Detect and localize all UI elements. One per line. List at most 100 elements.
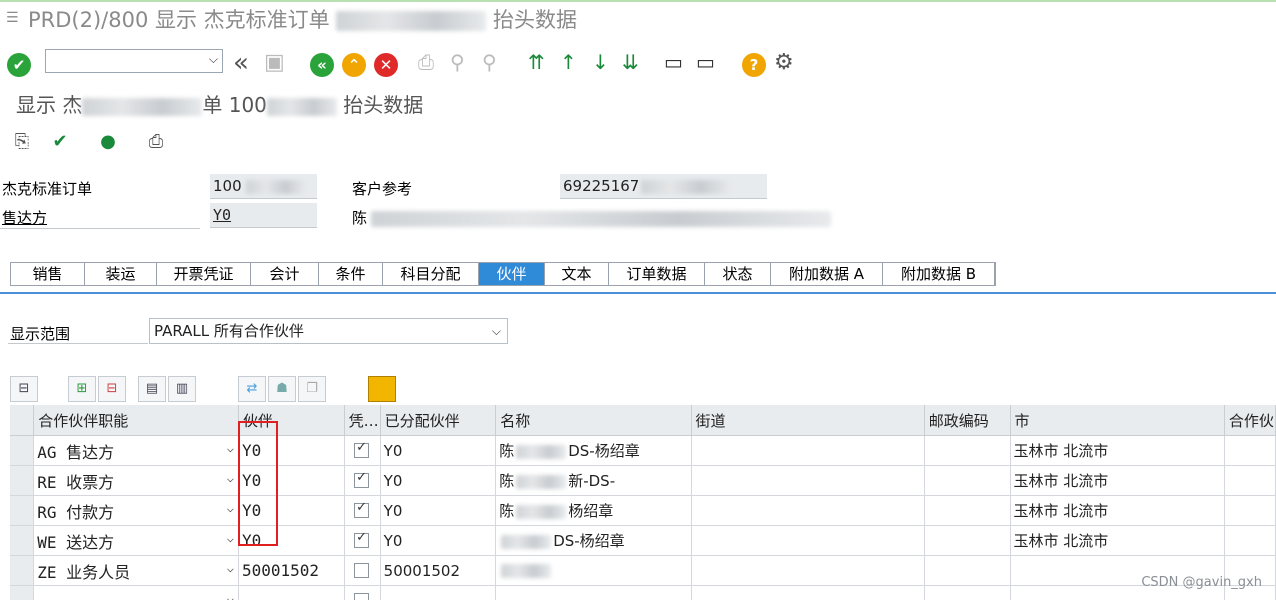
back-double-icon[interactable]: « [233, 48, 249, 78]
print-preview-icon[interactable]: ⎙ [144, 130, 168, 154]
column-header[interactable]: 邮政编码 [924, 405, 1011, 436]
row-selector[interactable] [10, 465, 35, 496]
tab-10[interactable]: 附加数据 A [771, 263, 883, 285]
tab-4[interactable]: 条件 [319, 263, 383, 285]
document-flow-icon[interactable]: ⎘ [10, 130, 34, 154]
back-icon[interactable]: « [310, 53, 334, 77]
create-session-icon[interactable]: ▭ [664, 50, 683, 74]
column-header[interactable]: 街道 [691, 405, 925, 436]
partner-function-cell[interactable]: ⌵ [33, 585, 239, 600]
display-range-select[interactable]: PARALL 所有合作伙伴 ⌵ [149, 318, 508, 344]
voucher-cell[interactable] [344, 585, 381, 600]
user-icon[interactable]: ● [96, 130, 120, 154]
first-page-icon[interactable]: ⇈ [528, 50, 545, 74]
checkbox[interactable] [354, 500, 370, 518]
tab-9[interactable]: 状态 [705, 263, 771, 285]
table-row[interactable]: RG 付款方⌵Y0Y0陈杨绍章玉林市 北流市 [10, 495, 1276, 526]
column-header[interactable]: 已分配伙伴 [380, 405, 497, 436]
select-all-icon[interactable]: ▤ [138, 376, 166, 402]
partner-function-cell[interactable]: AG 售达方 ⌵ [33, 435, 239, 466]
chevron-down-icon[interactable]: ⌵ [227, 531, 234, 545]
table-row[interactable]: ZE 业务人员 ⌵ 50001502 50001502 [10, 555, 1276, 586]
checkbox[interactable] [354, 470, 370, 488]
copy-icon[interactable]: ❐ [298, 376, 326, 402]
row-selector[interactable] [10, 585, 35, 600]
voucher-cell[interactable] [344, 525, 381, 556]
checkbox[interactable] [354, 563, 370, 578]
tab-1[interactable]: 装运 [85, 263, 157, 285]
command-field[interactable]: ⌵ [45, 49, 223, 73]
row-selector[interactable] [10, 435, 35, 466]
redacted-block [336, 11, 487, 31]
check-icon[interactable]: ✔ [48, 130, 72, 154]
column-header[interactable]: 名称 [495, 405, 692, 436]
prev-page-icon[interactable]: ↑ [560, 50, 577, 74]
last-page-icon[interactable]: ⇊ [622, 50, 639, 74]
order-number-field[interactable]: 100 [210, 174, 317, 199]
find-icon[interactable]: ⚲ [450, 50, 465, 74]
tab-0[interactable]: 销售 [11, 263, 85, 285]
partner-icon[interactable]: ☗ [268, 376, 296, 402]
transfer-icon[interactable]: ⇄ [238, 376, 266, 402]
column-header[interactable]: 市 [1010, 405, 1225, 436]
chevron-down-icon[interactable]: ⌵ [227, 591, 234, 600]
print-icon[interactable]: ⎙ [418, 50, 434, 74]
table-row[interactable]: WE 送达方⌵Y0Y0DS-杨绍章玉林市 北流市 [10, 525, 1276, 556]
help-icon[interactable]: ? [742, 53, 766, 77]
table-row[interactable]: RE 收票方⌵Y0Y0陈新-DS-玉林市 北流市 [10, 465, 1276, 496]
voucher-cell[interactable] [344, 555, 381, 586]
voucher-cell[interactable] [344, 495, 381, 526]
shortcut-icon[interactable]: ▭ [696, 50, 715, 74]
enter-icon[interactable]: ✔ [7, 53, 31, 77]
partner-function-cell[interactable]: WE 送达方 ⌵ [33, 525, 239, 556]
deselect-all-icon[interactable]: ▥ [168, 376, 196, 402]
find-next-icon[interactable]: ⚲ [482, 50, 497, 74]
city-cell: 玉林市 北流市 [1010, 525, 1225, 556]
table-row[interactable]: AG 售达方⌵Y0Y0陈DS-杨绍章玉林市 北流市 [10, 435, 1276, 466]
column-header[interactable]: 凭… [344, 405, 381, 436]
sold-to-label[interactable]: 售达方 [2, 207, 47, 228]
column-header[interactable]: 合作伙 [1224, 405, 1276, 436]
save-icon[interactable]: ▣ [264, 50, 285, 75]
checkbox[interactable] [354, 440, 370, 458]
checkbox[interactable] [354, 593, 370, 600]
column-header[interactable]: 合作伙伴职能 [33, 405, 239, 436]
next-page-icon[interactable]: ↓ [592, 50, 609, 74]
sold-to-field[interactable]: Y0 [210, 203, 317, 228]
chevron-down-icon[interactable]: ⌵ [227, 471, 234, 485]
partner-function-cell[interactable]: ZE 业务人员 ⌵ [33, 555, 239, 586]
window-menu-icon[interactable]: ☰ [6, 10, 22, 26]
exit-icon[interactable]: ⌃ [342, 53, 366, 77]
voucher-cell[interactable] [344, 435, 381, 466]
select-all-cell[interactable] [10, 405, 35, 436]
tab-8[interactable]: 订单数据 [609, 263, 705, 285]
partner-cell[interactable]: 50001502 [238, 555, 345, 586]
row-selector[interactable] [10, 555, 35, 586]
tab-3[interactable]: 会计 [251, 263, 319, 285]
cancel-icon[interactable]: ✕ [374, 53, 398, 77]
table-row[interactable]: ⌵ [10, 585, 1276, 600]
tab-5[interactable]: 科目分配 [383, 263, 479, 285]
checkbox[interactable] [354, 530, 370, 548]
tab-6[interactable]: 伙伴 [479, 263, 545, 285]
chevron-down-icon[interactable]: ⌵ [227, 561, 234, 575]
settings-icon[interactable]: ⚙ [774, 50, 794, 75]
delete-row-icon[interactable]: ⊟ [98, 376, 126, 402]
row-selector[interactable] [10, 495, 35, 526]
voucher-cell[interactable] [344, 465, 381, 496]
chevron-down-icon[interactable]: ⌵ [492, 319, 501, 343]
tab-2[interactable]: 开票凭证 [157, 263, 251, 285]
partner-function-cell[interactable]: RE 收票方 ⌵ [33, 465, 239, 496]
insert-row-icon[interactable]: ⊞ [68, 376, 96, 402]
details-icon[interactable]: ⊟ [10, 376, 38, 402]
row-selector[interactable] [10, 525, 35, 556]
partner-function-cell[interactable]: RG 付款方 ⌵ [33, 495, 239, 526]
partner-cell[interactable] [238, 585, 345, 600]
chevron-down-icon[interactable]: ⌵ [227, 501, 234, 515]
tab-11[interactable]: 附加数据 B [883, 263, 995, 285]
tab-7[interactable]: 文本 [545, 263, 609, 285]
note-icon[interactable] [368, 376, 396, 402]
customer-ref-field[interactable]: 69225167 [560, 174, 767, 199]
chevron-down-icon[interactable]: ⌵ [227, 441, 234, 455]
chevron-down-icon[interactable]: ⌵ [209, 52, 218, 67]
